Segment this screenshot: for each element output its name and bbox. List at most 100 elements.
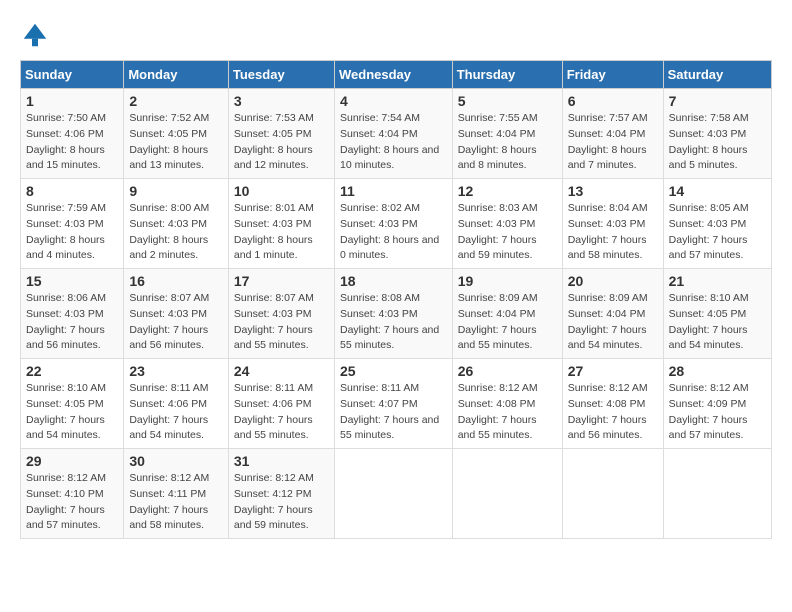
calendar-cell: 4 Sunrise: 7:54 AMSunset: 4:04 PMDayligh… [334,89,452,179]
day-info: Sunrise: 8:07 AMSunset: 4:03 PMDaylight:… [129,292,209,351]
day-number: 13 [568,183,658,199]
day-number: 31 [234,453,329,469]
calendar-cell: 8 Sunrise: 7:59 AMSunset: 4:03 PMDayligh… [21,179,124,269]
calendar-cell: 13 Sunrise: 8:04 AMSunset: 4:03 PMDaylig… [562,179,663,269]
day-number: 25 [340,363,447,379]
day-info: Sunrise: 8:09 AMSunset: 4:04 PMDaylight:… [458,292,538,351]
day-info: Sunrise: 8:11 AMSunset: 4:06 PMDaylight:… [129,382,208,441]
calendar-cell: 5 Sunrise: 7:55 AMSunset: 4:04 PMDayligh… [452,89,562,179]
col-header-tuesday: Tuesday [228,61,334,89]
calendar-cell: 18 Sunrise: 8:08 AMSunset: 4:03 PMDaylig… [334,269,452,359]
calendar-cell: 29 Sunrise: 8:12 AMSunset: 4:10 PMDaylig… [21,449,124,539]
day-info: Sunrise: 8:09 AMSunset: 4:04 PMDaylight:… [568,292,648,351]
calendar-cell: 16 Sunrise: 8:07 AMSunset: 4:03 PMDaylig… [124,269,229,359]
day-info: Sunrise: 8:07 AMSunset: 4:03 PMDaylight:… [234,292,314,351]
day-info: Sunrise: 8:12 AMSunset: 4:09 PMDaylight:… [669,382,749,441]
day-number: 11 [340,183,447,199]
calendar-cell: 20 Sunrise: 8:09 AMSunset: 4:04 PMDaylig… [562,269,663,359]
col-header-thursday: Thursday [452,61,562,89]
day-info: Sunrise: 7:53 AMSunset: 4:05 PMDaylight:… [234,112,314,171]
calendar-cell: 23 Sunrise: 8:11 AMSunset: 4:06 PMDaylig… [124,359,229,449]
day-info: Sunrise: 8:12 AMSunset: 4:12 PMDaylight:… [234,472,314,531]
day-info: Sunrise: 8:08 AMSunset: 4:03 PMDaylight:… [340,292,439,351]
day-number: 5 [458,93,557,109]
calendar-cell: 21 Sunrise: 8:10 AMSunset: 4:05 PMDaylig… [663,269,771,359]
day-number: 21 [669,273,766,289]
calendar-cell: 22 Sunrise: 8:10 AMSunset: 4:05 PMDaylig… [21,359,124,449]
week-row-2: 8 Sunrise: 7:59 AMSunset: 4:03 PMDayligh… [21,179,772,269]
calendar-cell: 15 Sunrise: 8:06 AMSunset: 4:03 PMDaylig… [21,269,124,359]
day-number: 16 [129,273,223,289]
day-info: Sunrise: 8:01 AMSunset: 4:03 PMDaylight:… [234,202,314,261]
calendar-cell [334,449,452,539]
calendar-cell: 30 Sunrise: 8:12 AMSunset: 4:11 PMDaylig… [124,449,229,539]
calendar-cell: 11 Sunrise: 8:02 AMSunset: 4:03 PMDaylig… [334,179,452,269]
day-info: Sunrise: 8:02 AMSunset: 4:03 PMDaylight:… [340,202,439,261]
calendar-cell: 3 Sunrise: 7:53 AMSunset: 4:05 PMDayligh… [228,89,334,179]
day-number: 12 [458,183,557,199]
day-info: Sunrise: 8:12 AMSunset: 4:08 PMDaylight:… [458,382,538,441]
calendar-cell: 6 Sunrise: 7:57 AMSunset: 4:04 PMDayligh… [562,89,663,179]
calendar-cell: 25 Sunrise: 8:11 AMSunset: 4:07 PMDaylig… [334,359,452,449]
col-header-wednesday: Wednesday [334,61,452,89]
day-info: Sunrise: 7:57 AMSunset: 4:04 PMDaylight:… [568,112,648,171]
day-number: 17 [234,273,329,289]
calendar-cell: 17 Sunrise: 8:07 AMSunset: 4:03 PMDaylig… [228,269,334,359]
day-number: 19 [458,273,557,289]
calendar-cell: 1 Sunrise: 7:50 AMSunset: 4:06 PMDayligh… [21,89,124,179]
day-number: 24 [234,363,329,379]
week-row-3: 15 Sunrise: 8:06 AMSunset: 4:03 PMDaylig… [21,269,772,359]
logo-icon [20,20,50,50]
calendar-cell: 9 Sunrise: 8:00 AMSunset: 4:03 PMDayligh… [124,179,229,269]
day-info: Sunrise: 7:52 AMSunset: 4:05 PMDaylight:… [129,112,209,171]
day-number: 27 [568,363,658,379]
col-header-sunday: Sunday [21,61,124,89]
day-number: 22 [26,363,118,379]
day-info: Sunrise: 8:12 AMSunset: 4:08 PMDaylight:… [568,382,648,441]
day-number: 26 [458,363,557,379]
day-number: 29 [26,453,118,469]
day-number: 28 [669,363,766,379]
calendar-table: SundayMondayTuesdayWednesdayThursdayFrid… [20,60,772,539]
day-info: Sunrise: 8:12 AMSunset: 4:11 PMDaylight:… [129,472,209,531]
calendar-cell: 7 Sunrise: 7:58 AMSunset: 4:03 PMDayligh… [663,89,771,179]
calendar-cell: 27 Sunrise: 8:12 AMSunset: 4:08 PMDaylig… [562,359,663,449]
day-number: 6 [568,93,658,109]
day-info: Sunrise: 8:03 AMSunset: 4:03 PMDaylight:… [458,202,538,261]
day-number: 10 [234,183,329,199]
day-info: Sunrise: 8:12 AMSunset: 4:10 PMDaylight:… [26,472,106,531]
day-number: 14 [669,183,766,199]
day-number: 18 [340,273,447,289]
calendar-cell: 26 Sunrise: 8:12 AMSunset: 4:08 PMDaylig… [452,359,562,449]
day-number: 9 [129,183,223,199]
calendar-cell: 31 Sunrise: 8:12 AMSunset: 4:12 PMDaylig… [228,449,334,539]
col-header-saturday: Saturday [663,61,771,89]
day-number: 30 [129,453,223,469]
day-info: Sunrise: 8:06 AMSunset: 4:03 PMDaylight:… [26,292,106,351]
calendar-cell: 28 Sunrise: 8:12 AMSunset: 4:09 PMDaylig… [663,359,771,449]
logo [20,20,54,50]
day-info: Sunrise: 8:11 AMSunset: 4:06 PMDaylight:… [234,382,313,441]
day-number: 7 [669,93,766,109]
col-header-friday: Friday [562,61,663,89]
calendar-cell [663,449,771,539]
day-number: 4 [340,93,447,109]
day-info: Sunrise: 8:11 AMSunset: 4:07 PMDaylight:… [340,382,439,441]
calendar-cell: 24 Sunrise: 8:11 AMSunset: 4:06 PMDaylig… [228,359,334,449]
day-info: Sunrise: 7:55 AMSunset: 4:04 PMDaylight:… [458,112,538,171]
calendar-cell [562,449,663,539]
day-number: 20 [568,273,658,289]
day-info: Sunrise: 8:10 AMSunset: 4:05 PMDaylight:… [669,292,749,351]
day-number: 3 [234,93,329,109]
calendar-cell: 12 Sunrise: 8:03 AMSunset: 4:03 PMDaylig… [452,179,562,269]
calendar-cell: 19 Sunrise: 8:09 AMSunset: 4:04 PMDaylig… [452,269,562,359]
day-info: Sunrise: 7:54 AMSunset: 4:04 PMDaylight:… [340,112,439,171]
page-header [20,20,772,50]
day-info: Sunrise: 7:58 AMSunset: 4:03 PMDaylight:… [669,112,749,171]
week-row-4: 22 Sunrise: 8:10 AMSunset: 4:05 PMDaylig… [21,359,772,449]
day-number: 2 [129,93,223,109]
col-header-monday: Monday [124,61,229,89]
calendar-cell: 14 Sunrise: 8:05 AMSunset: 4:03 PMDaylig… [663,179,771,269]
day-info: Sunrise: 7:59 AMSunset: 4:03 PMDaylight:… [26,202,106,261]
day-number: 15 [26,273,118,289]
